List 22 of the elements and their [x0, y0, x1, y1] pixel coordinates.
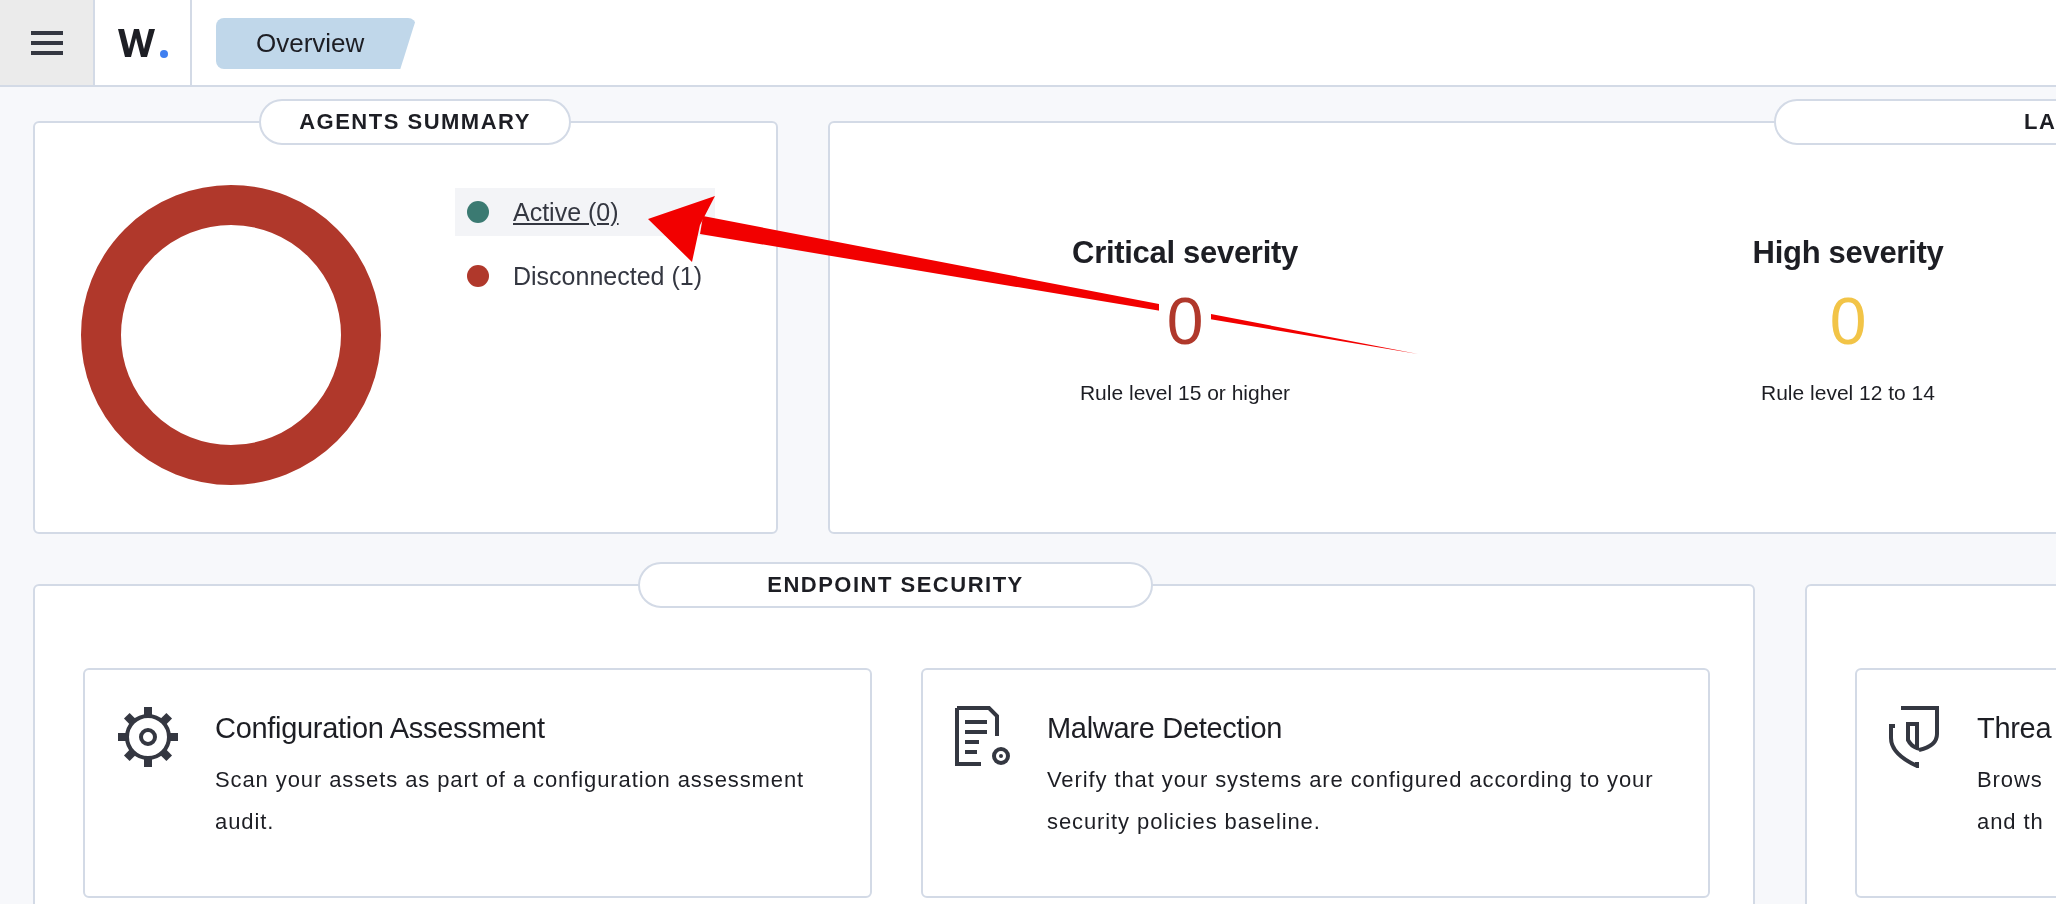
panel-title: AGENTS SUMMARY	[259, 99, 571, 145]
card-description: Scan your assets as part of a configuration assessment audit.	[215, 766, 806, 836]
settings-icon	[115, 704, 181, 770]
panel-title: LA	[1774, 99, 2056, 145]
module-card[interactable]: Configuration Assessment Scan your assets as part of a configuration assessment audit.	[83, 668, 872, 898]
menu-button[interactable]	[0, 0, 95, 85]
module-card[interactable]: Threa Brows and th	[1855, 668, 2056, 898]
card-title: Malware Detection	[1047, 712, 1284, 745]
tab[interactable]: Overview	[216, 18, 417, 69]
card-description: Brows	[1977, 766, 2044, 794]
card-title: Configuration Assessment	[215, 712, 546, 745]
menu-icon	[30, 30, 63, 55]
severity-subtitle: Rule level 12 to 14	[1761, 381, 1935, 405]
card-description: Verify that your systems are configured according to your security policies baseline.	[1047, 766, 1655, 836]
module-card[interactable]: Malware Detection Verify that your systems are configured according to your security policies baseline.	[921, 668, 1710, 898]
severity-title: High severity	[1752, 235, 1944, 271]
card-title: Threa	[1977, 712, 2052, 745]
severity-title: Critical severity	[1072, 235, 1298, 271]
panel-title: ENDPOINT SECURITY	[638, 562, 1153, 608]
severity-subtitle: Rule level 15 or higher	[1079, 381, 1291, 405]
logo-icon[interactable]	[117, 27, 168, 58]
card-description: and th	[1977, 808, 2045, 836]
